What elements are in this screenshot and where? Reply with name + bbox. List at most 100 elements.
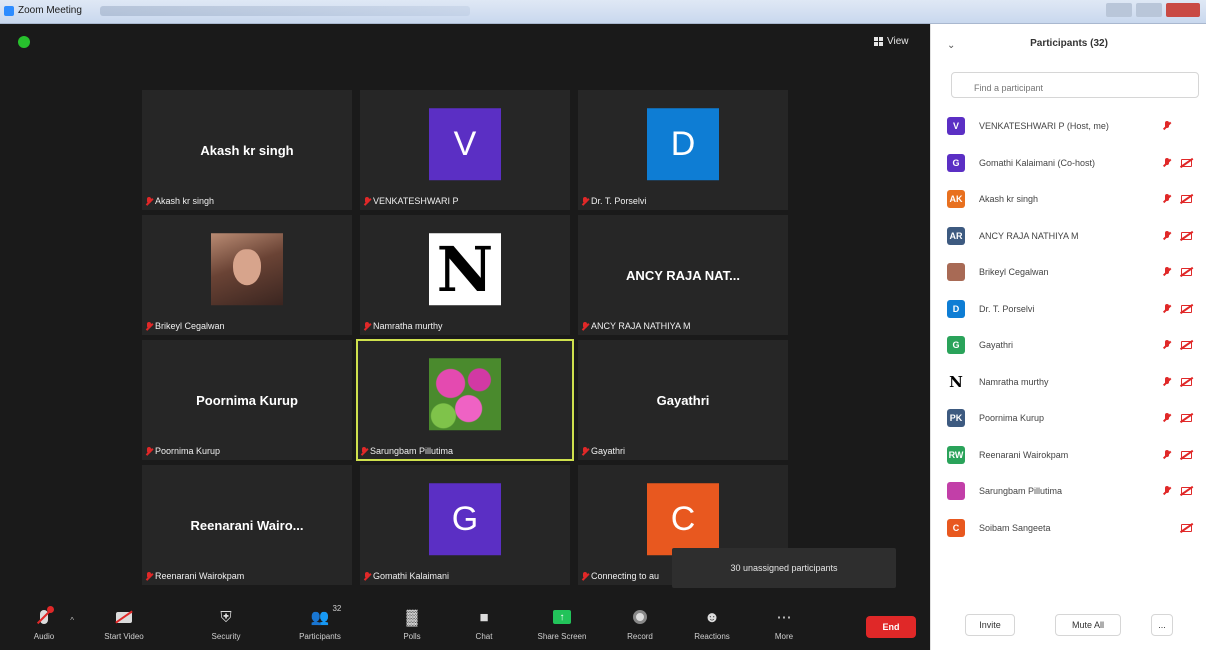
chat-icon: ■ — [479, 608, 489, 626]
invite-button[interactable]: Invite — [965, 614, 1015, 636]
video-tile[interactable]: ANCY RAJA NAT... ANCY RAJA NATHIYA M — [578, 215, 788, 335]
mic-muted-icon — [146, 571, 152, 581]
video-tile[interactable]: Brikeyl Cegalwan — [142, 215, 352, 335]
mic-muted-icon[interactable] — [1163, 486, 1171, 496]
video-off-icon[interactable] — [1181, 158, 1192, 167]
reactions-button[interactable]: ☻ Reactions — [680, 606, 744, 642]
audio-options-caret[interactable]: ^ — [70, 616, 74, 625]
video-tile[interactable]: V VENKATESHWARI P — [360, 90, 570, 210]
participant-row[interactable]: PK Poornima Kurup — [931, 400, 1206, 437]
video-tile[interactable]: Gayathri Gayathri — [578, 340, 788, 460]
mic-muted-icon[interactable] — [1163, 340, 1171, 350]
tile-name-label: Dr. T. Porselvi — [582, 196, 646, 206]
video-off-icon[interactable] — [1181, 195, 1192, 203]
video-gallery: Akash kr singh Akash kr singh V VENKATESHWA… — [142, 90, 794, 590]
chat-label: Chat — [475, 632, 493, 641]
more-label: More — [774, 632, 794, 641]
start-video-button[interactable]: Start Video — [92, 606, 156, 641]
video-off-icon[interactable] — [1181, 450, 1192, 459]
more-dots-icon: ⋯ — [776, 609, 792, 626]
mute-all-button[interactable]: Mute All — [1055, 614, 1121, 636]
participant-row[interactable]: G Gayathri — [931, 327, 1206, 364]
participant-row[interactable]: Sarungbam Pillutima — [931, 473, 1206, 510]
mic-muted-icon[interactable] — [1163, 303, 1171, 314]
video-tile[interactable]: Reenarani Wairo... Reenarani Wairokpam — [142, 465, 352, 585]
reactions-icon: ☻ — [704, 608, 720, 626]
video-tile[interactable]: G Gomathi Kalaimani — [360, 465, 570, 585]
participant-row[interactable]: AK Akash kr singh — [931, 181, 1206, 218]
mic-muted-icon[interactable] — [1163, 121, 1171, 131]
mic-muted-icon[interactable] — [1163, 267, 1171, 277]
participant-row[interactable]: C Soibam Sangeeta — [931, 510, 1206, 547]
participant-row[interactable]: RW Reenarani Wairokpam — [931, 437, 1206, 474]
end-meeting-button[interactable]: End — [866, 616, 916, 638]
participant-row[interactable]: G Gomathi Kalaimani (Co-host) — [931, 145, 1206, 182]
participant-avatar: C — [947, 518, 965, 537]
tile-name-text: Gomathi Kalaimani — [373, 571, 450, 581]
participant-name: Reenarani Wairokpam — [979, 449, 1069, 460]
mic-muted-icon[interactable] — [1163, 376, 1171, 387]
video-off-icon[interactable] — [1181, 231, 1192, 240]
video-off-icon[interactable] — [1181, 523, 1192, 532]
window-title-bar: Zoom Meeting — [0, 0, 1206, 24]
participant-search-input[interactable] — [951, 72, 1199, 98]
mic-muted-icon[interactable] — [1163, 449, 1171, 460]
participant-name: VENKATESHWARI P (Host, me) — [979, 121, 1109, 132]
tile-name-label: VENKATESHWARI P — [364, 196, 459, 206]
mic-muted-icon — [364, 196, 370, 206]
tile-name-text: Brikeyl Cegalwan — [155, 321, 225, 331]
view-button[interactable]: View — [874, 36, 909, 47]
video-off-icon[interactable] — [1181, 268, 1192, 276]
video-off-icon[interactable] — [1181, 304, 1192, 313]
meeting-toolbar: ^ Audio Start Video ⛨ Security 👥 32 Parti… — [0, 600, 930, 650]
participant-row[interactable]: AR ANCY RAJA NATHIYA M — [931, 218, 1206, 255]
participants-button[interactable]: 👥 32 Participants — [288, 604, 352, 641]
chat-button[interactable]: ■ Chat — [452, 606, 516, 642]
more-options-button[interactable]: ... — [1151, 614, 1173, 636]
tile-name-label: ANCY RAJA NATHIYA M — [582, 321, 691, 331]
participant-avatar: G — [947, 336, 965, 355]
more-button[interactable]: ⋯ More — [752, 606, 816, 641]
mic-muted-icon[interactable] — [1163, 157, 1171, 168]
video-tile[interactable]: D Dr. T. Porselvi — [578, 90, 788, 210]
share-screen-button[interactable]: ↑ Share Screen — [530, 606, 594, 641]
meeting-area: View Akash kr singh Akash kr singh V VENKAT… — [0, 24, 930, 650]
video-off-icon[interactable] — [1181, 377, 1192, 386]
tile-name-text: Connecting to au — [591, 571, 660, 581]
participant-row[interactable]: V VENKATESHWARI P (Host, me) — [931, 108, 1206, 145]
participant-name: Poornima Kurup — [979, 413, 1045, 424]
mic-muted-icon[interactable] — [1163, 230, 1171, 241]
mic-muted-icon — [582, 446, 588, 456]
video-tile[interactable]: N Namratha murthy — [360, 215, 570, 335]
participants-icon: 👥 32 — [310, 604, 342, 626]
audio-button[interactable]: ^ Audio — [12, 606, 76, 641]
close-button[interactable] — [1166, 3, 1200, 17]
video-tile[interactable]: Akash kr singh Akash kr singh — [142, 90, 352, 210]
security-button[interactable]: ⛨ Security — [194, 606, 258, 642]
video-tile[interactable]: Sarungbam Pillutima — [356, 339, 574, 461]
tile-name-label: Poornima Kurup — [146, 446, 220, 456]
maximize-button[interactable] — [1136, 3, 1162, 17]
mic-muted-icon[interactable] — [1163, 413, 1171, 423]
record-button[interactable]: Record — [608, 606, 672, 641]
video-tile[interactable]: Poornima Kurup Poornima Kurup — [142, 340, 352, 460]
tile-name-label: Akash kr singh — [146, 196, 214, 206]
minimize-button[interactable] — [1106, 3, 1132, 17]
audio-label: Audio — [33, 632, 55, 641]
tile-name-text: Poornima Kurup — [155, 446, 221, 456]
security-shield-icon[interactable] — [18, 36, 30, 48]
video-off-icon[interactable] — [1181, 414, 1192, 422]
polls-label: Polls — [403, 632, 421, 641]
participant-row[interactable]: D Dr. T. Porselvi — [931, 291, 1206, 328]
video-off-icon[interactable] — [1181, 487, 1192, 495]
mic-muted-icon[interactable] — [1163, 194, 1171, 204]
start-video-label: Start Video — [104, 632, 144, 641]
participant-row[interactable]: N Namratha murthy — [931, 364, 1206, 401]
participant-name: ANCY RAJA NATHIYA M — [979, 230, 1079, 241]
participant-name: Gayathri — [979, 340, 1014, 351]
participant-row[interactable]: Brikeyl Cegalwan — [931, 254, 1206, 291]
participant-avatar: V — [947, 117, 965, 136]
video-off-icon[interactable] — [1181, 341, 1192, 349]
polls-button[interactable]: ▓ Polls — [380, 606, 444, 642]
mic-muted-icon — [146, 196, 152, 206]
